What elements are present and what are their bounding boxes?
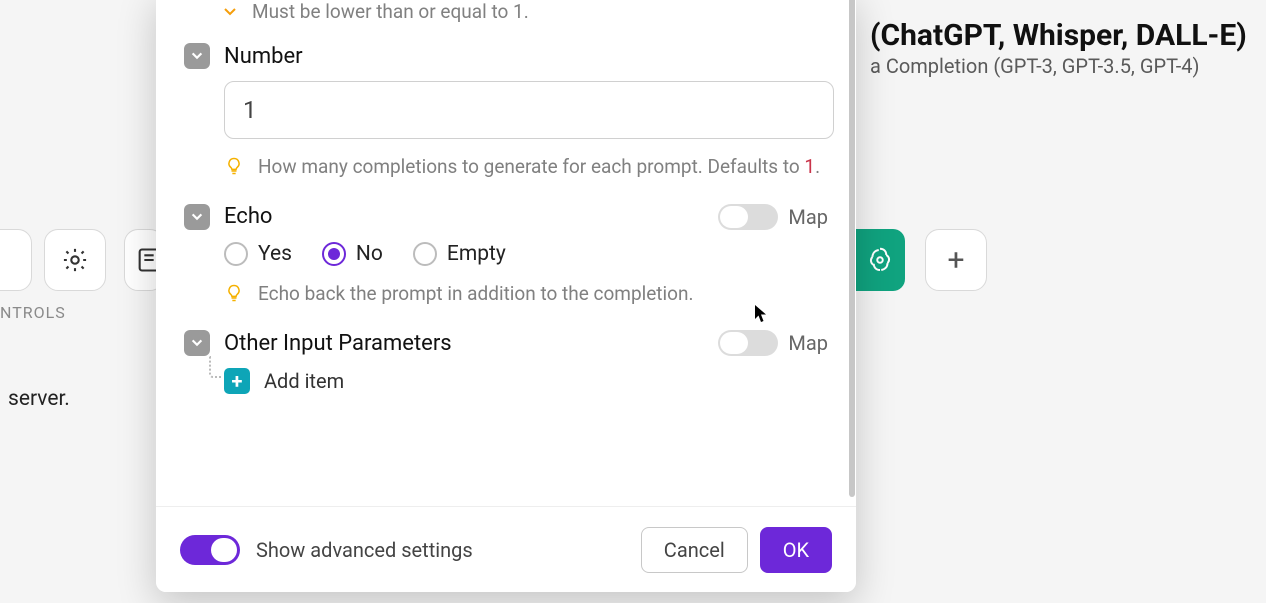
collapse-other[interactable] — [184, 330, 210, 356]
other-params-field: Other Input Parameters Map + Add item — [184, 330, 828, 394]
echo-radio-yes[interactable]: Yes — [224, 242, 292, 266]
modal-body: Must be lower than or equal to 1. Number — [156, 0, 856, 506]
echo-field: Echo Map Yes No — [184, 204, 828, 309]
echo-map-toggle[interactable] — [718, 204, 778, 230]
config-modal: Must be lower than or equal to 1. Number — [156, 0, 856, 592]
openai-node[interactable] — [855, 229, 905, 291]
plus-icon: + — [224, 368, 250, 394]
toolbox-button-cropped[interactable] — [0, 229, 32, 291]
settings-button[interactable] — [44, 229, 106, 291]
chevron-down-icon — [190, 210, 204, 224]
validation-text: Must be lower than or equal to 1. — [252, 0, 529, 23]
number-help: How many completions to generate for eac… — [258, 153, 820, 182]
tree-line-icon — [209, 356, 221, 378]
modal-footer: Show advanced settings Cancel OK — [156, 506, 856, 592]
server-text: server. — [8, 387, 70, 411]
number-input[interactable] — [224, 81, 834, 139]
number-label: Number — [224, 44, 303, 69]
map-label: Map — [788, 205, 828, 229]
chevron-down-icon — [190, 336, 204, 350]
controls-heading: NTROLS — [0, 303, 66, 322]
cancel-button[interactable]: Cancel — [641, 527, 748, 573]
chevron-down-icon — [222, 4, 238, 20]
radio-icon — [413, 242, 437, 266]
echo-radio-no[interactable]: No — [322, 242, 383, 266]
gear-icon — [61, 246, 89, 274]
collapse-number[interactable] — [184, 43, 210, 69]
page-title: (ChatGPT, Whisper, DALL-E) — [870, 18, 1247, 53]
lightbulb-icon — [224, 156, 244, 176]
chevron-down-icon — [190, 49, 204, 63]
add-item-button[interactable]: + Add item — [224, 368, 828, 394]
other-params-label: Other Input Parameters — [224, 331, 452, 356]
advanced-settings-label: Show advanced settings — [256, 538, 473, 562]
collapse-echo[interactable] — [184, 204, 210, 230]
radio-icon — [224, 242, 248, 266]
page-subtitle: a Completion (GPT-3, GPT-3.5, GPT-4) — [870, 54, 1199, 78]
ok-button[interactable]: OK — [760, 527, 832, 573]
map-label: Map — [788, 331, 828, 355]
number-field: Number How many completions to generate … — [184, 43, 828, 182]
add-node-button[interactable]: + — [925, 229, 987, 291]
radio-icon — [322, 242, 346, 266]
other-map-toggle[interactable] — [718, 330, 778, 356]
echo-label: Echo — [224, 204, 272, 229]
scrollbar[interactable] — [849, 0, 855, 497]
plus-icon: + — [947, 243, 964, 278]
advanced-settings-toggle[interactable] — [180, 535, 240, 565]
openai-icon — [865, 245, 895, 275]
echo-radio-empty[interactable]: Empty — [413, 242, 506, 266]
validation-hint: Must be lower than or equal to 1. — [184, 0, 828, 23]
add-item-label: Add item — [264, 369, 344, 393]
echo-help: Echo back the prompt in addition to the … — [258, 280, 693, 309]
lightbulb-icon — [224, 283, 244, 303]
